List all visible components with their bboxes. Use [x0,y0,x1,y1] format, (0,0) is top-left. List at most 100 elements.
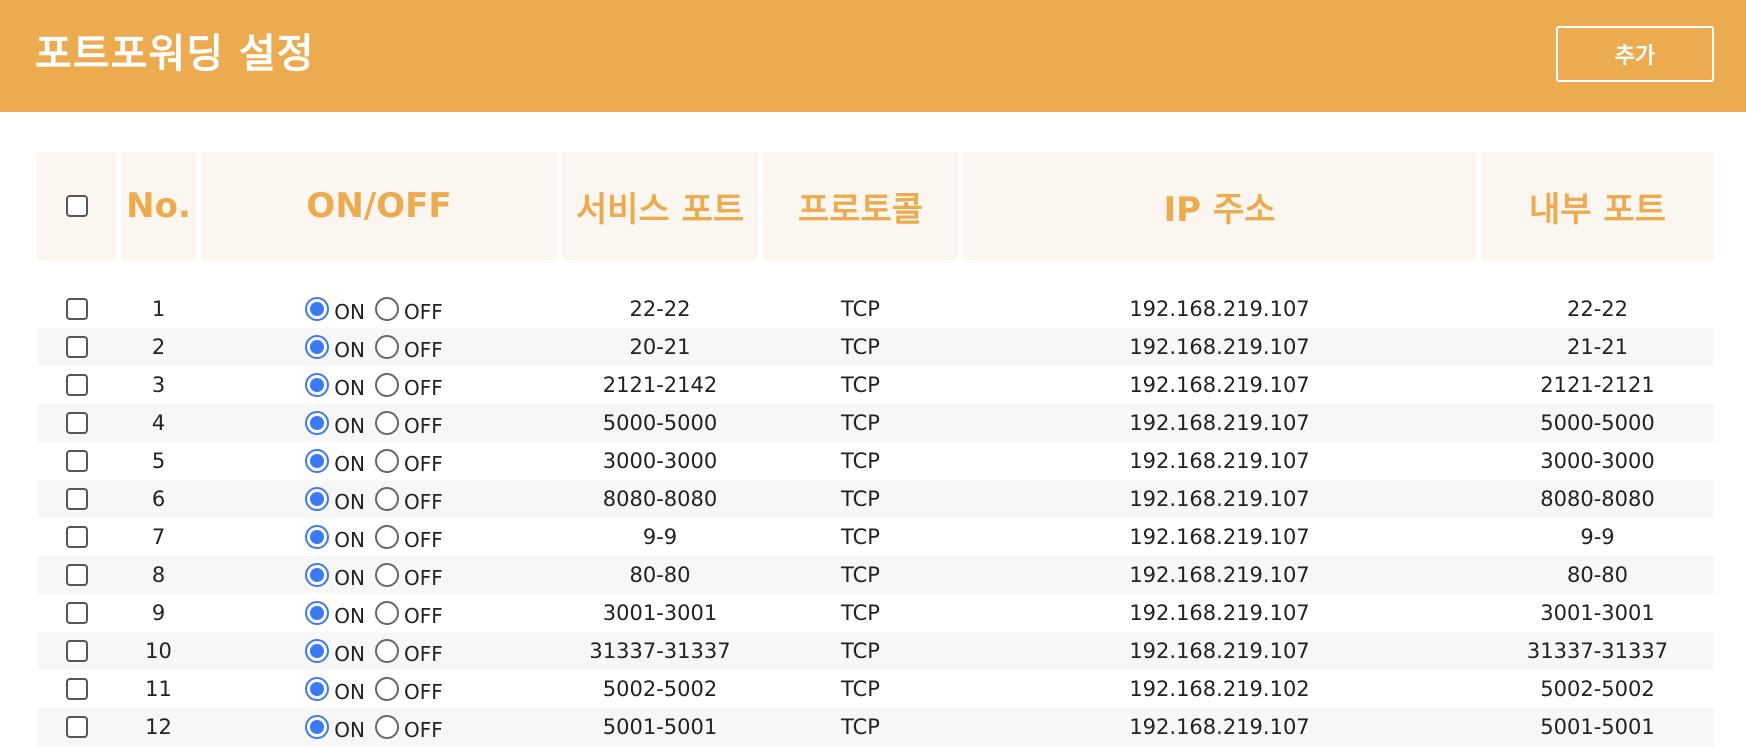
on-radio[interactable] [305,677,330,701]
row-internal-port: 9-9 [1580,525,1615,549]
row-service-port: 3000-3000 [602,449,718,473]
row-no: 9 [151,601,166,625]
table-row: 9 ON OFF 3001-3001 TCP 192.168.219.107 3001-30… [37,594,1714,632]
row-checkbox[interactable] [65,564,88,586]
on-radio-label: ON [334,452,365,476]
row-protocol: TCP [841,449,880,473]
on-radio-label: ON [334,528,365,552]
table-row: 12 ON OFF 5001-5001 TCP 192.168.219.107 5001-5… [37,708,1714,746]
column-header-no: No. [121,152,196,260]
off-radio[interactable] [374,335,399,359]
row-onoff: ON OFF [201,442,557,480]
off-radio[interactable] [374,449,399,473]
row-service-port: 3001-3001 [602,601,718,625]
row-internal-port: 3000-3000 [1540,449,1655,473]
off-radio[interactable] [374,525,399,549]
row-no: 5 [151,449,166,473]
row-select-cell [37,670,116,708]
row-select-cell [37,556,116,594]
on-radio[interactable] [305,373,330,397]
row-checkbox[interactable] [65,298,88,320]
row-ip: 192.168.219.107 [1129,715,1310,739]
column-header-onoff: ON/OFF [201,152,557,260]
off-radio[interactable] [374,487,399,511]
on-radio[interactable] [305,487,330,511]
row-ip: 192.168.219.107 [1129,601,1310,625]
row-internal-port: 8080-8080 [1540,487,1655,511]
on-radio[interactable] [305,601,330,625]
row-checkbox[interactable] [65,450,88,472]
row-checkbox[interactable] [65,336,88,358]
add-button[interactable]: 추가 [1556,26,1714,82]
row-protocol: TCP [841,715,880,739]
on-radio-label: ON [334,680,365,704]
row-checkbox[interactable] [65,374,88,396]
off-radio[interactable] [374,715,399,739]
row-service-port: 31337-31337 [589,639,731,663]
on-radio[interactable] [305,335,330,359]
row-checkbox[interactable] [65,678,88,700]
row-ip: 192.168.219.107 [1129,563,1310,587]
row-ip: 192.168.219.102 [1129,677,1310,701]
row-no: 8 [151,563,166,587]
on-radio[interactable] [305,715,330,739]
off-radio[interactable] [374,373,399,397]
row-onoff: ON OFF [201,328,557,366]
row-internal-port: 5000-5000 [1540,411,1655,435]
off-radio-label: OFF [403,338,443,362]
off-radio-label: OFF [403,642,443,666]
off-radio[interactable] [374,601,399,625]
row-checkbox[interactable] [65,526,88,548]
row-internal-port: 5001-5001 [1540,715,1655,739]
row-service-port: 8080-8080 [602,487,718,511]
table-row: 6 ON OFF 8080-8080 TCP 192.168.219.107 8080-80… [37,480,1714,518]
row-protocol: TCP [841,297,880,321]
on-radio[interactable] [305,563,330,587]
off-radio-label: OFF [403,680,443,704]
row-ip: 192.168.219.107 [1129,335,1310,359]
table-row: 10 ON OFF 31337-31337 TCP 192.168.219.107 3133… [37,632,1714,670]
row-internal-port: 22-22 [1566,297,1629,321]
row-service-port: 80-80 [629,563,691,587]
off-radio[interactable] [374,411,399,435]
page-header: 포트포워딩 설정 추가 [0,0,1746,112]
row-no: 7 [151,525,166,549]
row-protocol: TCP [841,487,880,511]
row-checkbox[interactable] [65,488,88,510]
row-service-port: 5002-5002 [602,677,718,701]
on-radio-label: ON [334,718,365,742]
off-radio[interactable] [374,563,399,587]
off-radio[interactable] [374,677,399,701]
row-protocol: TCP [841,373,880,397]
row-select-cell [37,442,116,480]
on-radio[interactable] [305,639,330,663]
row-service-port: 2121-2142 [602,373,718,397]
row-onoff: ON OFF [201,290,557,328]
row-ip: 192.168.219.107 [1129,449,1310,473]
table-row: 5 ON OFF 3000-3000 TCP 192.168.219.107 3000-30… [37,442,1714,480]
off-radio[interactable] [374,639,399,663]
on-radio[interactable] [305,449,330,473]
on-radio[interactable] [305,297,330,321]
off-radio-label: OFF [403,414,443,438]
row-no: 6 [151,487,166,511]
row-checkbox[interactable] [65,716,88,738]
row-checkbox[interactable] [65,602,88,624]
select-all-checkbox[interactable] [65,195,88,217]
row-select-cell [37,366,116,404]
on-radio[interactable] [305,411,330,435]
column-header-protocol: 프로토콜 [763,152,958,260]
row-checkbox[interactable] [65,412,88,434]
row-protocol: TCP [841,525,880,549]
row-checkbox[interactable] [65,640,88,662]
row-protocol: TCP [841,601,880,625]
row-select-cell [37,708,116,746]
on-radio-label: ON [334,300,365,324]
on-radio[interactable] [305,525,330,549]
off-radio-label: OFF [403,452,443,476]
row-internal-port: 31337-31337 [1526,639,1669,663]
off-radio[interactable] [374,297,399,321]
row-onoff: ON OFF [201,632,557,670]
row-onoff: ON OFF [201,518,557,556]
row-no: 12 [145,715,172,739]
